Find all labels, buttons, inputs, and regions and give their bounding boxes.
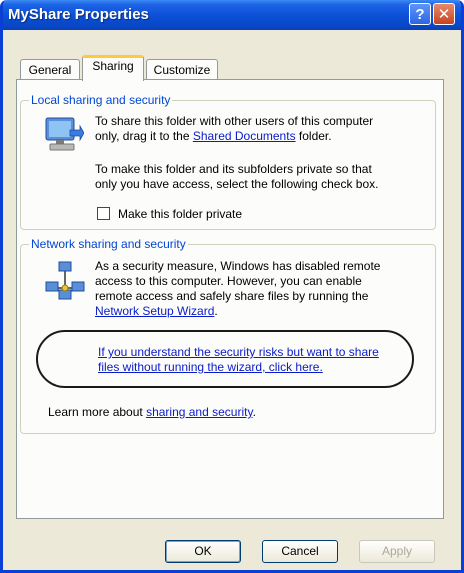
apply-button[interactable]: Apply — [359, 540, 435, 563]
network-icon — [45, 261, 85, 300]
shared-documents-link[interactable]: Shared Documents — [193, 129, 296, 143]
network-sharing-group-label: Network sharing and security — [29, 237, 188, 251]
help-button[interactable]: ? — [409, 3, 431, 25]
learn-more-text: Learn more about sharing and security. — [48, 405, 256, 420]
network-line-1: As a security measure, Windows has disab… — [95, 259, 381, 273]
help-icon: ? — [415, 5, 425, 23]
network-line-4: Network Setup Wizard. — [95, 304, 380, 319]
close-icon: ✕ — [437, 6, 451, 23]
sharing-and-security-link[interactable]: sharing and security — [146, 405, 253, 419]
learn-more-suffix: . — [252, 405, 256, 419]
learn-more-prefix: Learn more about — [48, 405, 147, 419]
tab-sharing[interactable]: Sharing — [82, 55, 144, 81]
make-private-checkbox[interactable] — [97, 207, 110, 220]
network-sharing-text: As a security measure, Windows has disab… — [95, 259, 380, 319]
title-bar[interactable]: MyShare Properties ? ✕ — [3, 0, 461, 30]
make-private-label[interactable]: Make this folder private — [118, 207, 242, 222]
highlight-oval — [36, 330, 414, 388]
private-instructions-line-1: To make this folder and its subfolders p… — [95, 162, 372, 176]
tab-general[interactable]: General — [20, 59, 80, 81]
network-line-4-suffix: . — [214, 304, 218, 318]
cancel-button[interactable]: Cancel — [262, 540, 338, 563]
local-sharing-text-1: To share this folder with other users of… — [95, 114, 373, 144]
local-sharing-line-1: To share this folder with other users of… — [95, 114, 374, 128]
close-button[interactable]: ✕ — [433, 3, 455, 25]
tab-customize[interactable]: Customize — [146, 59, 218, 81]
local-sharing-line-2-suffix: folder. — [295, 129, 332, 143]
window-title: MyShare Properties — [8, 6, 149, 23]
private-instructions-line-2: only you have access, select the followi… — [95, 177, 379, 191]
local-sharing-line-2-prefix: only, drag it to the — [95, 129, 193, 143]
local-sharing-group-label: Local sharing and security — [29, 93, 173, 107]
network-line-2: access to this computer. However, you ca… — [95, 274, 362, 288]
network-setup-wizard-link[interactable]: Network Setup Wizard — [95, 304, 214, 318]
local-sharing-line-2: only, drag it to the Shared Documents fo… — [95, 129, 373, 144]
local-sharing-computer-icon — [45, 117, 84, 151]
network-line-3: remote access and safely share files by … — [95, 289, 369, 303]
local-sharing-text-2: To make this folder and its subfolders p… — [95, 162, 379, 192]
ok-button[interactable]: OK — [165, 540, 241, 563]
